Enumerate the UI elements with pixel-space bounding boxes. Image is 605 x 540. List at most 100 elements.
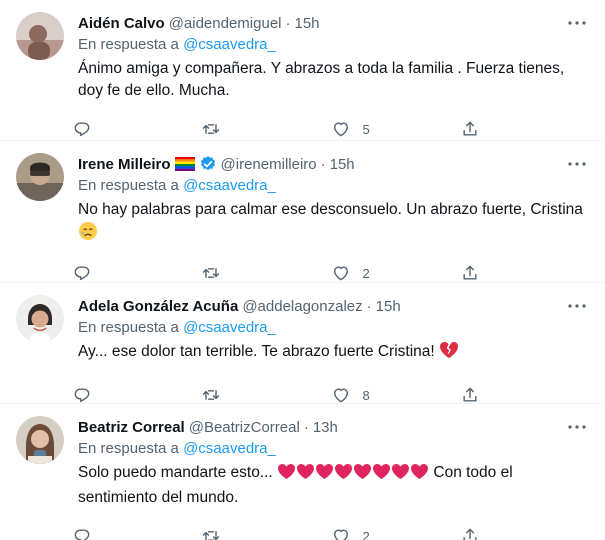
like-button[interactable]: 2: [331, 526, 460, 540]
reply-button[interactable]: [72, 385, 201, 405]
user-handle[interactable]: @irenemilleiro: [221, 156, 317, 173]
red-heart-emoji-icon: [277, 463, 296, 487]
crying-face-emoji-icon: [78, 221, 98, 248]
tweet-text: Ánimo amiga y compañera. Y abrazos a tod…: [78, 60, 565, 99]
tweet-text: No hay palabras para calmar ese desconsu…: [78, 199, 589, 248]
reply-button[interactable]: [72, 119, 201, 139]
red-heart-emoji-icon: [315, 463, 334, 487]
tweet[interactable]: Aidén Calvo @aidendemiguel · 15h En resp…: [0, 0, 605, 141]
tweet[interactable]: Beatriz Correal @BeatrizCorreal · 13h En…: [0, 404, 605, 540]
tweet-text-before: Solo puedo mandarte esto...: [78, 464, 273, 481]
like-count: 8: [362, 387, 370, 403]
reply-icon: [74, 388, 90, 403]
more-options-icon[interactable]: [565, 297, 589, 315]
like-button[interactable]: 8: [331, 385, 460, 405]
verified-badge-icon: [199, 155, 217, 173]
retweet-icon: [203, 531, 220, 540]
timestamp[interactable]: 15h: [295, 15, 320, 32]
separator-dot: ·: [285, 14, 291, 32]
separator-dot: ·: [303, 418, 309, 436]
like-count: 5: [362, 121, 370, 137]
red-heart-emoji-icon: [391, 463, 410, 487]
reply-icon: [74, 266, 90, 281]
heart-icon: [333, 266, 348, 281]
broken-heart-emoji-icon: [439, 341, 459, 366]
timestamp[interactable]: 15h: [330, 156, 355, 173]
share-icon: [463, 265, 477, 280]
retweet-icon: [203, 124, 220, 134]
like-button[interactable]: 5: [331, 119, 460, 139]
tweet-header: Irene Milleiro @irenemilleiro · 15h: [78, 153, 589, 175]
like-count: 2: [362, 528, 370, 540]
reply-prefix: En respuesta a: [78, 36, 179, 53]
reply-button[interactable]: [72, 263, 201, 283]
retweet-button[interactable]: [201, 263, 330, 283]
share-icon: [463, 121, 477, 136]
avatar[interactable]: [16, 295, 64, 343]
display-name[interactable]: Irene Milleiro: [78, 156, 171, 173]
reply-context: En respuesta a @csaavedra_: [78, 439, 589, 459]
reply-mention-link[interactable]: @csaavedra_: [183, 440, 276, 457]
tweet[interactable]: Adela González Acuña @addelagonzalez · 1…: [0, 283, 605, 404]
reply-mention-link[interactable]: @csaavedra_: [183, 36, 276, 53]
reply-context: En respuesta a @csaavedra_: [78, 176, 589, 196]
red-hearts-row: [277, 463, 429, 481]
reply-prefix: En respuesta a: [78, 440, 179, 457]
separator-dot: ·: [366, 297, 372, 315]
display-name[interactable]: Aidén Calvo: [78, 15, 165, 32]
more-options-icon[interactable]: [565, 14, 589, 32]
timestamp[interactable]: 13h: [313, 419, 338, 436]
reply-context: En respuesta a @csaavedra_: [78, 35, 589, 55]
share-icon: [463, 387, 477, 402]
tweet-header: Adela González Acuña @addelagonzalez · 1…: [78, 295, 589, 317]
more-options-icon[interactable]: [565, 418, 589, 436]
tweet[interactable]: Irene Milleiro @irenemilleiro · 15h En r…: [0, 141, 605, 283]
share-icon: [463, 528, 477, 540]
avatar[interactable]: [16, 416, 64, 464]
tweet-text: Ay... ese dolor tan terrible. Te abrazo …: [78, 341, 589, 366]
tweet-header: Aidén Calvo @aidendemiguel · 15h: [78, 12, 589, 34]
retweet-icon: [203, 390, 220, 400]
retweet-button[interactable]: [201, 526, 330, 540]
like-count: 2: [362, 265, 370, 281]
reply-prefix: En respuesta a: [78, 319, 179, 336]
reply-mention-link[interactable]: @csaavedra_: [183, 177, 276, 194]
retweet-button[interactable]: [201, 385, 330, 405]
reply-icon: [74, 122, 90, 137]
share-button[interactable]: [460, 526, 589, 540]
share-button[interactable]: [460, 263, 589, 283]
avatar[interactable]: [16, 12, 64, 60]
reply-icon: [74, 529, 90, 540]
user-handle[interactable]: @BeatrizCorreal: [189, 419, 300, 436]
rainbow-flag-icon: [174, 157, 195, 171]
red-heart-emoji-icon: [372, 463, 391, 487]
display-name[interactable]: Adela González Acuña: [78, 298, 238, 315]
tweet-text-body: Ay... ese dolor tan terrible. Te abrazo …: [78, 343, 435, 360]
avatar[interactable]: [16, 153, 64, 201]
red-heart-emoji-icon: [353, 463, 372, 487]
reply-button[interactable]: [72, 526, 201, 540]
reply-mention-link[interactable]: @csaavedra_: [183, 319, 276, 336]
display-name[interactable]: Beatriz Correal: [78, 419, 185, 436]
retweet-button[interactable]: [201, 119, 330, 139]
share-button[interactable]: [460, 119, 589, 139]
tweet-text: Solo puedo mandarte esto... Con todo el …: [78, 462, 589, 509]
heart-icon: [333, 388, 348, 403]
red-heart-emoji-icon: [410, 463, 429, 487]
reply-prefix: En respuesta a: [78, 177, 179, 194]
retweet-icon: [203, 268, 220, 278]
more-options-icon[interactable]: [565, 155, 589, 173]
share-button[interactable]: [460, 385, 589, 405]
red-heart-emoji-icon: [296, 463, 315, 487]
tweet-header: Beatriz Correal @BeatrizCorreal · 13h: [78, 416, 589, 438]
red-heart-emoji-icon: [334, 463, 353, 487]
timestamp[interactable]: 15h: [376, 298, 401, 315]
heart-icon: [333, 122, 348, 137]
reply-context: En respuesta a @csaavedra_: [78, 318, 589, 338]
reply-feed: Aidén Calvo @aidendemiguel · 15h En resp…: [0, 0, 605, 540]
user-handle[interactable]: @addelagonzalez: [242, 298, 362, 315]
separator-dot: ·: [320, 155, 326, 173]
user-handle[interactable]: @aidendemiguel: [169, 15, 282, 32]
like-button[interactable]: 2: [331, 263, 460, 283]
heart-icon: [333, 529, 348, 540]
